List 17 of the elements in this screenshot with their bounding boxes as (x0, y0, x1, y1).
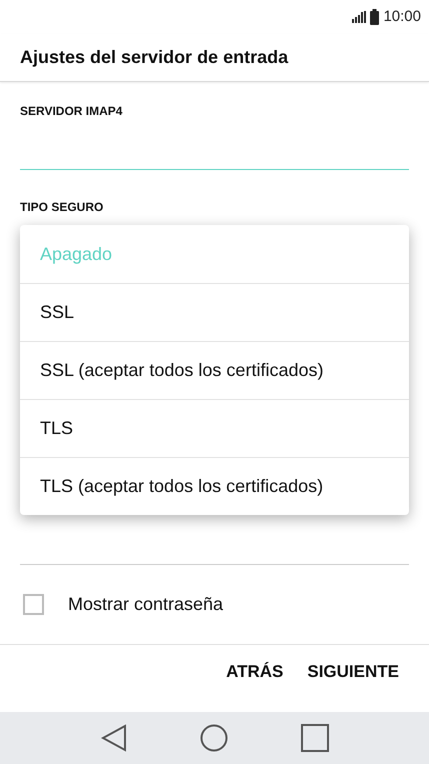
nav-button[interactable]: ATRÁS (218, 654, 292, 688)
checkbox[interactable] (23, 594, 44, 615)
status-time: 10:00 (383, 6, 421, 27)
field-label: TIPO SEGURO (20, 199, 104, 216)
recent-apps-icon[interactable] (300, 724, 328, 752)
signal-icon (352, 11, 366, 23)
nav-button[interactable]: SIGUIENTE (299, 654, 407, 688)
screen-title: Ajustes del servidor de entrada (20, 46, 288, 69)
dropdown-option[interactable]: TLS (20, 399, 409, 457)
back-icon[interactable] (100, 724, 126, 752)
home-icon[interactable] (200, 724, 228, 752)
field-label: SERVIDOR IMAP4 (20, 103, 124, 120)
dropdown-option[interactable]: SSL (20, 283, 409, 341)
battery-icon (370, 9, 380, 25)
checkbox-label: Mostrar contraseña (68, 593, 224, 616)
dropdown-option[interactable]: TLS (aceptar todos los certificados) (20, 457, 409, 515)
dropdown-option[interactable]: SSL (aceptar todos los certificados) (20, 341, 409, 399)
